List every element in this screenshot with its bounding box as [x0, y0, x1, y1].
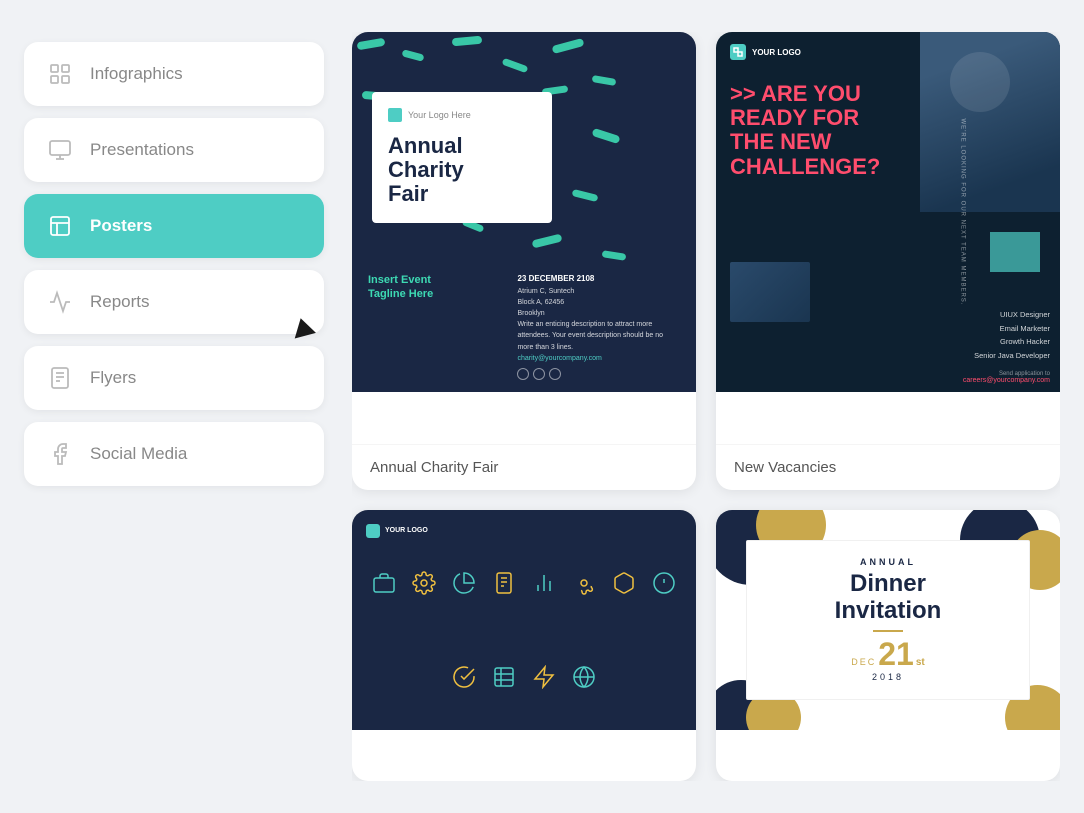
card-new-vacancies[interactable]: YOUR LOGO WE'RE LOOKING FOR OUR NEXT TEA…: [716, 32, 1060, 490]
card-poster3[interactable]: YOUR LOGO: [352, 510, 696, 782]
sidebar-item-social-media[interactable]: Social Media: [24, 422, 324, 486]
reports-label: Reports: [90, 292, 150, 312]
presentations-label: Presentations: [90, 140, 194, 160]
templates-grid: Your Logo Here Annual Charity Fair Inser…: [352, 32, 1060, 781]
sidebar: Infographics Presentations Posters Repor…: [24, 32, 324, 781]
social-media-label: Social Media: [90, 444, 187, 464]
sidebar-item-presentations[interactable]: Presentations: [24, 118, 324, 182]
sidebar-item-reports[interactable]: Reports: [24, 270, 324, 334]
posters-label: Posters: [90, 216, 152, 236]
sidebar-item-infographics[interactable]: Infographics: [24, 42, 324, 106]
vac-apply-section: Send application to careers@yourcompany.…: [963, 371, 1050, 384]
flyers-label: Flyers: [90, 368, 136, 388]
card-dinner-invitation[interactable]: ANNUAL Dinner Invitation DEC 21 st 2018: [716, 510, 1060, 782]
dinner-divider: [873, 630, 903, 632]
sidebar-item-posters[interactable]: Posters: [24, 194, 324, 258]
charity-title: Annual Charity Fair: [388, 134, 536, 207]
charity-white-box: Your Logo Here Annual Charity Fair: [372, 92, 552, 223]
vac-jobs-list: UIUX Designer Email Marketer Growth Hack…: [974, 308, 1050, 362]
vacancies-preview: YOUR LOGO WE'RE LOOKING FOR OUR NEXT TEA…: [716, 32, 1060, 444]
vacancies-card-label: New Vacancies: [716, 444, 1060, 490]
vac-small-photo: [730, 262, 810, 322]
reports-icon: [46, 288, 74, 316]
p3-logo: YOUR LOGO: [366, 524, 428, 538]
presentations-icon: [46, 136, 74, 164]
sidebar-item-flyers[interactable]: Flyers: [24, 346, 324, 410]
vac-main-heading: >> ARE YOU READY FOR THE NEW CHALLENGE?: [730, 82, 880, 179]
flyers-icon: [46, 364, 74, 392]
infographics-label: Infographics: [90, 64, 183, 84]
charity-bottom-bar: Insert Event Tagline Here 23 DECEMBER 21…: [352, 261, 696, 392]
dinner-content: ANNUAL Dinner Invitation DEC 21 st 2018: [716, 510, 1060, 730]
poster3-preview: YOUR LOGO: [352, 510, 696, 782]
posters-icon: [46, 212, 74, 240]
dinner-date: DEC 21 st: [851, 638, 925, 670]
charity-card-label: Annual Charity Fair: [352, 444, 696, 490]
vac-accent-box: [990, 232, 1040, 272]
social-media-icon: [46, 440, 74, 468]
vac-header: YOUR LOGO: [716, 32, 1060, 72]
charity-fair-preview: Your Logo Here Annual Charity Fair Inser…: [352, 32, 696, 444]
card-annual-charity-fair[interactable]: Your Logo Here Annual Charity Fair Inser…: [352, 32, 696, 490]
dinner-preview: ANNUAL Dinner Invitation DEC 21 st 2018: [716, 510, 1060, 782]
app-container: Infographics Presentations Posters Repor…: [0, 0, 1084, 813]
infographics-icon: [46, 60, 74, 88]
p3-icons-grid: [362, 540, 686, 720]
